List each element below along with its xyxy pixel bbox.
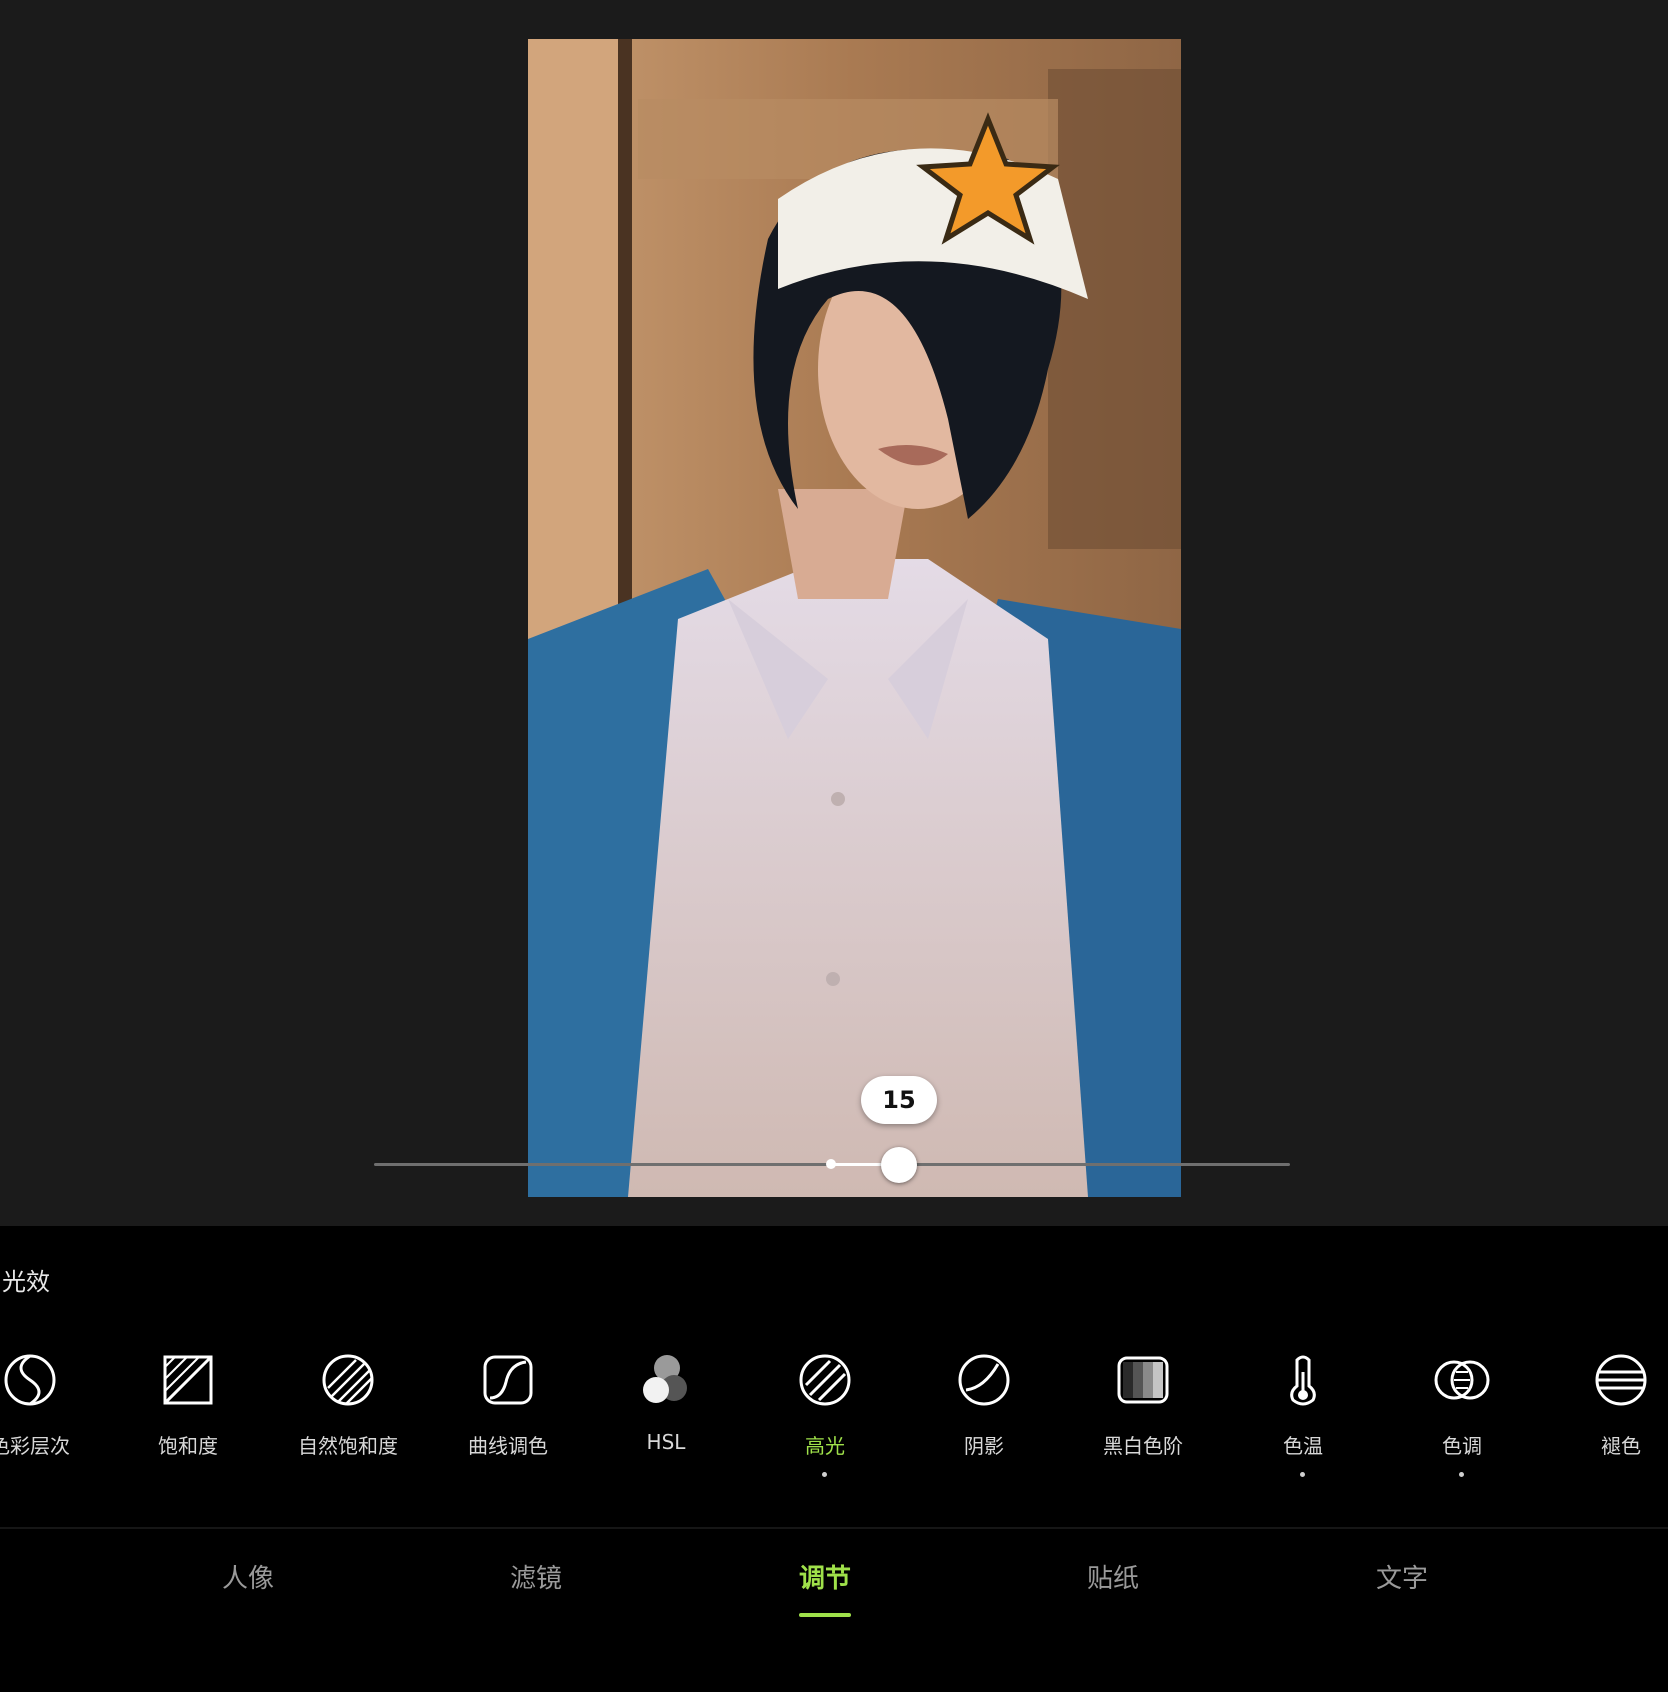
tool-vibrance[interactable]: 自然饱和度 [273,1352,423,1482]
tool-label: 褪色 [1601,1434,1641,1458]
nav-filter[interactable]: 滤镜 [466,1558,606,1595]
nav-active-indicator [799,1613,851,1617]
hsl-icon [643,1355,687,1403]
tint-icon [1434,1360,1490,1400]
photo-preview[interactable] [528,39,1181,1197]
tool-modified-dot [1459,1472,1464,1477]
nav-sticker[interactable]: 贴纸 [1043,1558,1183,1595]
adjust-value: 15 [882,1086,916,1114]
adjust-value-bubble: 15 [861,1076,937,1124]
fade-icon [1595,1354,1647,1406]
saturation-icon [163,1355,213,1405]
shadows-icon [958,1354,1010,1406]
tool-color-layers[interactable]: 色彩层次 [0,1352,105,1482]
tool-tint[interactable]: 色调 [1387,1352,1537,1482]
tool-modified-dot [822,1472,827,1477]
tool-highlights[interactable]: 高光 [750,1352,900,1482]
section-label: 光效 [2,1268,50,1296]
nav-adjust[interactable]: 调节 [755,1558,895,1595]
nav-text[interactable]: 文字 [1332,1558,1472,1595]
temperature-icon [1290,1355,1316,1406]
tool-modified-dot [1300,1472,1305,1477]
photo-image [528,39,1181,1197]
tool-hsl[interactable]: HSL [591,1352,741,1482]
color-layers-icon [4,1354,56,1406]
highlights-icon [799,1354,851,1406]
tool-shadows[interactable]: 阴影 [909,1352,1059,1482]
curves-icon [483,1355,533,1405]
adjust-slider-center-mark [826,1159,836,1169]
tool-levels[interactable]: 黑白色阶 [1068,1352,1218,1482]
levels-icon [1117,1356,1169,1404]
tool-temperature[interactable]: 色温 [1228,1352,1378,1482]
nav-portrait[interactable]: 人像 [178,1558,318,1595]
tool-saturation[interactable]: 饱和度 [113,1352,263,1482]
adjust-slider-thumb[interactable] [881,1147,917,1183]
tool-curves[interactable]: 曲线调色 [433,1352,583,1482]
tool-fade[interactable]: 褪色 [1546,1352,1668,1482]
vibrance-icon [322,1354,374,1406]
bottom-nav [0,1529,1668,1692]
